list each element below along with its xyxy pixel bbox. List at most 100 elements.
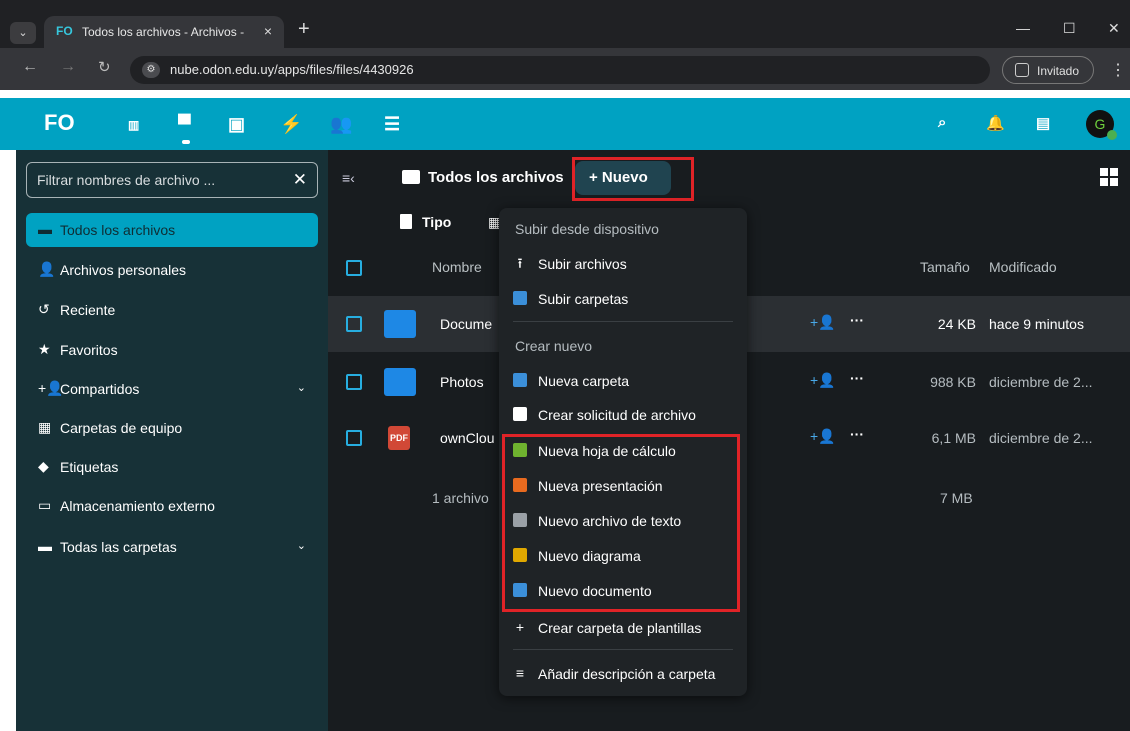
pdf-icon: PDF (388, 426, 410, 450)
search-icon[interactable]: ⌕ (938, 114, 946, 131)
filter-placeholder: Filtrar nombres de archivo ... (37, 172, 216, 188)
menu-item-templates[interactable]: + Crear carpeta de plantillas (499, 612, 747, 644)
more-actions-icon[interactable]: ··· (850, 312, 864, 328)
menu-item-upload-folders[interactable]: Subir carpetas (499, 283, 747, 315)
select-all-checkbox[interactable] (346, 260, 362, 276)
menu-separator (513, 321, 733, 322)
sidebar-item-group-folders[interactable]: ▦ Carpetas de equipo (26, 411, 318, 445)
more-actions-icon[interactable]: ··· (850, 370, 864, 386)
new-tab-button[interactable]: + (298, 18, 310, 41)
external-storage-icon: ▭ (38, 497, 52, 513)
app-header: FO ▥ ▀ ▣ ⚡ 👥 ☰ ⌕ 🔔 ▤ G (0, 98, 1130, 150)
menu-item-label: Añadir descripción a carpeta (538, 666, 716, 682)
history-icon: ↺ (38, 301, 50, 317)
avatar[interactable]: G (1086, 110, 1117, 140)
share-icon[interactable]: +👤 (810, 428, 836, 445)
share-icon[interactable]: +👤 (810, 372, 836, 389)
sidebar-item-all-folders[interactable]: ▬ Todas las carpetas ⌄ (26, 530, 318, 564)
folder-upload-icon (513, 291, 527, 305)
tab-search-button[interactable]: ⌄ (10, 22, 36, 44)
more-actions-icon[interactable]: ··· (850, 426, 864, 442)
summary-count: 1 archivo (432, 490, 489, 506)
forward-icon[interactable]: → (60, 58, 76, 76)
file-size: 24 KB (937, 316, 976, 332)
logo[interactable]: FO (44, 110, 75, 136)
menu-item-description[interactable]: ≡ Añadir descripción a carpeta (499, 658, 747, 690)
menu-item-upload-files[interactable]: ⭱ Subir archivos (499, 248, 747, 280)
upload-icon: ⭱ (517, 255, 523, 271)
browser-tab[interactable]: FO Todos los archivos - Archivos - × (44, 16, 284, 48)
highlight-new-button (572, 157, 694, 201)
address-bar-row: ← → ↻ ⚙ nube.odon.edu.uy/apps/files/file… (0, 48, 1130, 90)
row-checkbox[interactable] (346, 430, 362, 446)
sidebar-item-all-files[interactable]: ▬ Todos los archivos (26, 213, 318, 247)
file-name[interactable]: Photos (440, 374, 484, 390)
chevron-down-icon[interactable]: ⌄ (297, 539, 306, 552)
breadcrumb[interactable]: Todos los archivos (428, 169, 564, 186)
new-folder-icon (513, 373, 527, 387)
reload-icon[interactable]: ↻ (98, 58, 111, 76)
contacts-menu-icon[interactable]: ▤ (1036, 114, 1050, 132)
folder-icon (384, 368, 416, 396)
menu-separator (513, 649, 733, 650)
share-icon[interactable]: +👤 (810, 314, 836, 331)
grid-view-icon[interactable] (1100, 168, 1118, 186)
profile-button[interactable]: Invitado (1002, 56, 1094, 84)
file-name[interactable]: Docume (440, 316, 492, 332)
files-app-icon[interactable]: ▀ (178, 114, 191, 135)
tasks-app-icon[interactable]: ☰ (384, 114, 400, 135)
sidebar: Filtrar nombres de archivo ... ✕ ▬ Todos… (16, 150, 328, 731)
site-settings-icon[interactable]: ⚙ (142, 62, 160, 78)
browser-menu-icon[interactable]: ⋮ (1110, 60, 1126, 80)
maximize-button[interactable]: ☐ (1063, 20, 1076, 37)
file-modified: hace 9 minutos (989, 316, 1084, 332)
sidebar-item-recent[interactable]: ↺ Reciente (26, 293, 318, 327)
contacts-app-icon[interactable]: 👥 (330, 114, 352, 135)
column-header-size[interactable]: Tamaño (920, 259, 970, 275)
sidebar-item-label: Favoritos (60, 342, 118, 358)
column-header-modified[interactable]: Modificado (989, 259, 1057, 275)
sidebar-item-favorites[interactable]: ★ Favoritos (26, 333, 318, 367)
minimize-button[interactable]: — (1016, 20, 1030, 36)
close-window-button[interactable]: ✕ (1108, 20, 1120, 37)
close-tab-icon[interactable]: × (264, 23, 272, 39)
clear-filter-icon[interactable]: ✕ (293, 170, 307, 190)
file-size: 6,1 MB (931, 430, 976, 446)
tag-icon: ◆ (38, 458, 49, 474)
tab-favicon: FO (56, 24, 73, 38)
filter-input[interactable]: Filtrar nombres de archivo ... ✕ (26, 162, 318, 198)
sidebar-item-label: Carpetas de equipo (60, 420, 183, 436)
profile-label: Invitado (1037, 64, 1080, 78)
menu-item-new-folder[interactable]: Nueva carpeta (499, 365, 747, 397)
photos-app-icon[interactable]: ▣ (228, 114, 245, 135)
sidebar-item-external-storage[interactable]: ▭ Almacenamiento externo (26, 489, 318, 523)
column-header-name[interactable]: Nombre (432, 259, 482, 275)
toggle-sidebar-icon[interactable]: ≡‹ (342, 170, 355, 186)
guest-icon (1015, 63, 1029, 77)
file-name[interactable]: ownClou (440, 430, 494, 446)
row-checkbox[interactable] (346, 374, 362, 390)
activity-app-icon[interactable]: ⚡ (280, 114, 302, 135)
folder-icon: ▬ (38, 538, 52, 554)
description-icon: ≡ (515, 665, 525, 681)
url-field[interactable]: ⚙ nube.odon.edu.uy/apps/files/files/4430… (130, 56, 990, 84)
menu-item-file-request[interactable]: Crear solicitud de archivo (499, 399, 747, 431)
type-filter-button[interactable]: Tipo (400, 214, 451, 230)
folder-icon (402, 170, 420, 184)
notifications-icon[interactable]: 🔔 (986, 114, 1005, 132)
menu-item-label: Nueva carpeta (538, 373, 630, 389)
menu-item-label: Subir archivos (538, 256, 627, 272)
sidebar-item-tags[interactable]: ◆ Etiquetas (26, 450, 318, 484)
dashboard-icon[interactable]: ▥ (128, 118, 139, 132)
menu-item-label: Subir carpetas (538, 291, 629, 307)
sidebar-item-shared[interactable]: +👤 Compartidos ⌄ (26, 372, 318, 406)
back-icon[interactable]: ← (22, 58, 38, 76)
file-size: 988 KB (930, 374, 976, 390)
star-icon: ★ (38, 341, 51, 357)
url-text: nube.odon.edu.uy/apps/files/files/443092… (170, 62, 414, 77)
file-modified: diciembre de 2... (989, 374, 1093, 390)
chevron-down-icon[interactable]: ⌄ (297, 381, 306, 394)
sidebar-item-personal[interactable]: 👤 Archivos personales (26, 253, 318, 287)
menu-section-upload: Subir desde dispositivo (515, 221, 659, 237)
row-checkbox[interactable] (346, 316, 362, 332)
